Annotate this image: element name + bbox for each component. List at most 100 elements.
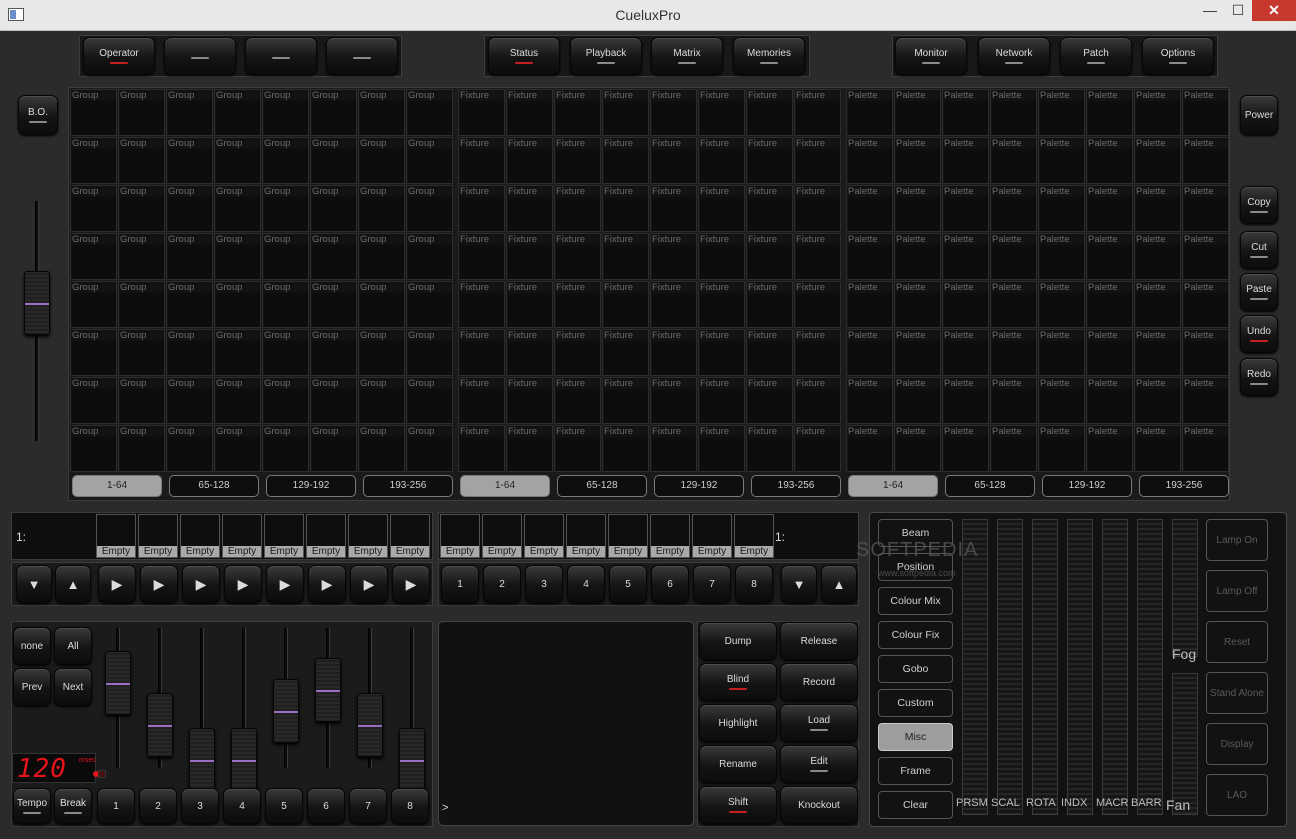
palette-cell[interactable]: Palette [942,377,989,424]
fixture-cell[interactable]: Fixture [650,425,697,472]
fixture-cell[interactable]: Fixture [506,425,553,472]
palette-cell[interactable]: Palette [1134,185,1181,232]
fixture-cell[interactable]: Fixture [602,281,649,328]
group-cell[interactable]: Group [118,425,165,472]
fixture-page-tab-4[interactable]: 193-256 [751,475,841,497]
fixture-cell[interactable]: Fixture [602,185,649,232]
palette-cell[interactable]: Palette [1182,233,1229,280]
fixture-cell[interactable]: Fixture [650,137,697,184]
fixture-cell[interactable]: Fixture [602,137,649,184]
fixture-cell[interactable]: Fixture [650,89,697,136]
fixture-cell[interactable]: Fixture [794,137,841,184]
fixture-cell[interactable]: Fixture [554,425,601,472]
fixture-cell[interactable]: Fixture [458,233,505,280]
palette-cell[interactable]: Palette [1182,281,1229,328]
palette-cell[interactable]: Palette [1038,281,1085,328]
group-cell[interactable]: Group [358,329,405,376]
fixture-cell[interactable]: Fixture [458,281,505,328]
group-cell[interactable]: Group [118,185,165,232]
group-cell[interactable]: Group [166,89,213,136]
group-cell[interactable]: Group [70,281,117,328]
fixture-cell[interactable]: Fixture [794,377,841,424]
fixture-cell[interactable]: Fixture [602,377,649,424]
palette-cell[interactable]: Palette [1134,425,1181,472]
fixture-cell[interactable]: Fixture [650,329,697,376]
fixture-cell[interactable]: Fixture [554,377,601,424]
fader-number-button-3[interactable]: 3 [181,788,219,824]
fader-handle-8[interactable] [399,728,425,792]
fader-handle-1[interactable] [105,651,131,715]
group-cell[interactable]: Group [358,137,405,184]
group-cell[interactable]: Group [70,425,117,472]
playback-number-button-7[interactable]: 7 [693,565,731,603]
palette-cell[interactable]: Palette [846,233,893,280]
group-cell[interactable]: Group [406,137,453,184]
fixture-cell[interactable]: Fixture [698,425,745,472]
palette-cell[interactable]: Palette [894,89,941,136]
playback-right-slot[interactable]: Empty [608,514,648,558]
palette-cell[interactable]: Palette [894,329,941,376]
fixture-cell[interactable]: Fixture [746,89,793,136]
palette-cell[interactable]: Palette [846,281,893,328]
group-cell[interactable]: Group [262,185,309,232]
tab-status[interactable]: Status [488,37,560,75]
fixture-cell[interactable]: Fixture [794,329,841,376]
blackout-button[interactable]: B.O. [18,95,58,135]
group-cell[interactable]: Group [70,185,117,232]
fixture-cell[interactable]: Fixture [458,137,505,184]
effect-meter-indx[interactable] [1067,519,1093,815]
fixture-cell[interactable]: Fixture [554,233,601,280]
palette-cell[interactable]: Palette [846,329,893,376]
fader-handle-5[interactable] [273,679,299,743]
palette-cell[interactable]: Palette [990,425,1037,472]
playback-left-slot[interactable]: Empty [390,514,430,558]
fader-handle-6[interactable] [315,658,341,722]
go-button-1[interactable]: ▶ [98,565,136,603]
palette-page-tab-4[interactable]: 193-256 [1139,475,1229,497]
palette-cell[interactable]: Palette [942,89,989,136]
effect-category-colour-mix[interactable]: Colour Mix [878,587,953,615]
palette-cell[interactable]: Palette [894,233,941,280]
group-cell[interactable]: Group [406,233,453,280]
fixture-cell[interactable]: Fixture [794,233,841,280]
playback-number-button-8[interactable]: 8 [735,565,773,603]
group-cell[interactable]: Group [406,281,453,328]
playback-left-slot[interactable]: Empty [348,514,388,558]
fixture-cell[interactable]: Fixture [506,377,553,424]
group-cell[interactable]: Group [214,185,261,232]
group-cell[interactable]: Group [358,425,405,472]
fixture-cell[interactable]: Fixture [650,281,697,328]
device-reset-button[interactable]: Reset [1206,621,1268,663]
palette-cell[interactable]: Palette [1182,329,1229,376]
undo-button[interactable]: Undo [1240,315,1278,353]
palette-cell[interactable]: Palette [1086,281,1133,328]
go-button-3[interactable]: ▶ [182,565,220,603]
palette-cell[interactable]: Palette [1182,137,1229,184]
tab-options[interactable]: Options [1142,37,1214,75]
palette-cell[interactable]: Palette [1134,233,1181,280]
group-cell[interactable]: Group [262,377,309,424]
fixture-cell[interactable]: Fixture [602,425,649,472]
fixture-cell[interactable]: Fixture [746,425,793,472]
palette-cell[interactable]: Palette [894,137,941,184]
palette-cell[interactable]: Palette [942,233,989,280]
palette-cell[interactable]: Palette [1038,329,1085,376]
fixture-cell[interactable]: Fixture [746,185,793,232]
palette-page-tab-3[interactable]: 129-192 [1042,475,1132,497]
palette-cell[interactable]: Palette [1134,137,1181,184]
group-cell[interactable]: Group [70,329,117,376]
page-down-left-button[interactable]: ▼ [16,565,52,603]
group-cell[interactable]: Group [166,137,213,184]
group-cell[interactable]: Group [214,233,261,280]
fixture-cell[interactable]: Fixture [458,89,505,136]
fixture-cell[interactable]: Fixture [650,233,697,280]
fixture-cell[interactable]: Fixture [554,89,601,136]
group-cell[interactable]: Group [70,377,117,424]
fixture-page-tab-2[interactable]: 65-128 [557,475,647,497]
effect-category-gobo[interactable]: Gobo [878,655,953,683]
shift-button[interactable]: Shift [699,786,777,824]
group-cell[interactable]: Group [70,89,117,136]
load-button[interactable]: Load [780,704,858,742]
effect-meter-rota[interactable] [1032,519,1058,815]
palette-cell[interactable]: Palette [990,377,1037,424]
